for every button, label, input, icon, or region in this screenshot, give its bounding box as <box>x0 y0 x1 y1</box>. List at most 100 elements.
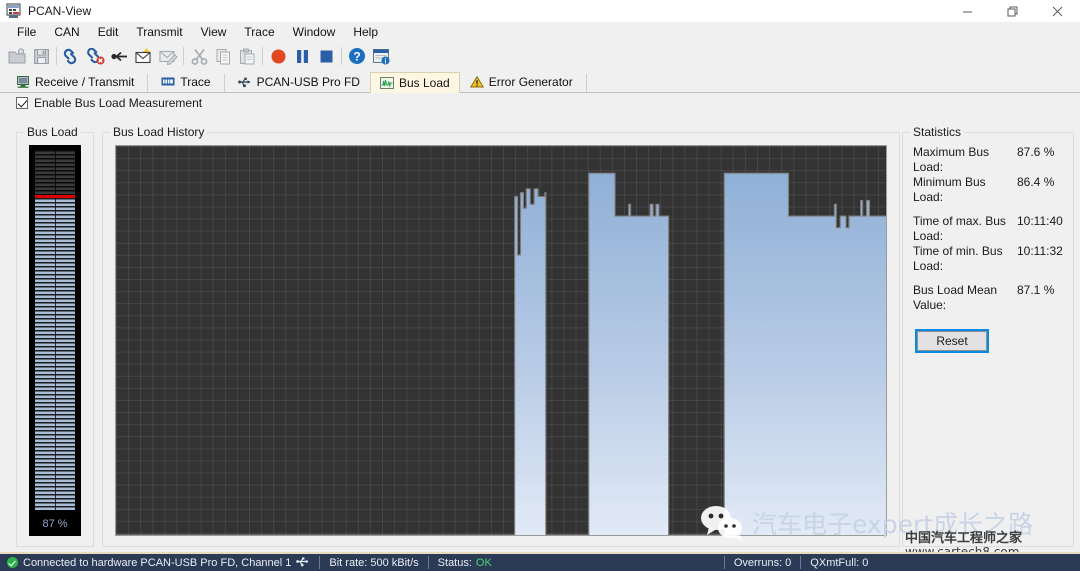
tab-label: PCAN-USB Pro FD <box>256 75 360 89</box>
stat-label: Time of max. Bus Load: <box>913 214 1006 243</box>
gauge-center-line <box>55 150 56 510</box>
gauge-peak-marker <box>35 194 75 198</box>
restore-icon[interactable] <box>990 0 1035 22</box>
svg-text:i: i <box>385 58 387 65</box>
save-file-icon[interactable] <box>29 44 53 68</box>
pcan-app-icon <box>6 3 22 19</box>
status-bar: Connected to hardware PCAN-USB Pro FD, C… <box>0 552 1080 571</box>
toolbar-separator <box>341 47 342 65</box>
menu-bar: File CAN Edit Transmit View Trace Window… <box>0 22 1080 42</box>
tab-pcan-usb-pro-fd[interactable]: PCAN-USB Pro FD <box>228 71 370 92</box>
bus-load-group-title: Bus Load <box>24 125 81 139</box>
tab-error-generator[interactable]: Error Generator <box>460 71 583 92</box>
status-separator <box>427 556 429 569</box>
monitor-icon <box>17 76 29 88</box>
menu-item-window[interactable]: Window <box>284 23 345 41</box>
tab-label: Error Generator <box>488 75 573 89</box>
menu-item-edit[interactable]: Edit <box>89 23 128 41</box>
close-icon[interactable] <box>1035 0 1080 22</box>
bus-load-gauge: 87 % <box>29 145 81 536</box>
reset-button-wrap: Reset <box>913 329 1065 353</box>
menu-item-trace[interactable]: Trace <box>235 23 283 41</box>
connect-icon[interactable] <box>60 44 84 68</box>
bus-load-history-title: Bus Load History <box>110 125 208 139</box>
window-controls <box>945 0 1080 22</box>
toolbar-separator <box>183 47 184 65</box>
stat-value: 87.1 % <box>1017 283 1055 297</box>
enable-bus-load-checkbox[interactable] <box>16 97 28 109</box>
connected-check-icon <box>7 557 18 568</box>
tab-bus-load[interactable]: Bus Load <box>369 72 460 93</box>
gauge-value-label: 87 % <box>42 518 68 530</box>
stat-value: 10:11:32 <box>1017 244 1063 258</box>
stat-value: 87.6 % <box>1017 145 1055 159</box>
tab-receive-transmit[interactable]: Receive / Transmit <box>6 71 144 92</box>
status-overruns-text: Overruns: 0 <box>733 556 792 569</box>
main-content: Bus Load 87 % Bus Load History Statistic… <box>0 122 1080 552</box>
enable-bus-load-label: Enable Bus Load Measurement <box>34 96 203 110</box>
menu-item-transmit[interactable]: Transmit <box>127 23 191 41</box>
statistics-body: Maximum Bus Load: 87.6 % Minimum Bus Loa… <box>913 145 1065 353</box>
tab-label: Bus Load <box>398 75 450 90</box>
pause-icon[interactable] <box>290 44 314 68</box>
statistics-group: Statistics Maximum Bus Load: 87.6 % Mini… <box>902 125 1074 547</box>
bus-load-gauge-group: Bus Load 87 % <box>16 125 94 547</box>
status-label: Status: <box>437 556 472 569</box>
status-connection-text: Connected to hardware PCAN-USB Pro FD, C… <box>23 556 292 569</box>
stat-row-max: Maximum Bus Load: 87.6 % <box>913 145 1065 175</box>
toolbar: ? i <box>0 42 1080 70</box>
stat-spacer <box>913 205 1065 214</box>
tab-label: Receive / Transmit <box>35 75 135 89</box>
tab-strip: Receive / Transmit Trace PCAN-USB Pro FD <box>0 70 1080 93</box>
stat-row-time-min: Time of min. Bus Load: 10:11:32 <box>913 244 1065 274</box>
menu-item-help[interactable]: Help <box>344 23 387 41</box>
edit-message-icon[interactable] <box>156 44 180 68</box>
status-bitrate-text: Bit rate: 500 kBit/s <box>329 556 419 569</box>
enable-bus-load-row[interactable]: Enable Bus Load Measurement <box>0 93 1080 113</box>
plugin-arrow-icon[interactable] <box>108 44 132 68</box>
copy-icon[interactable] <box>211 44 235 68</box>
status-separator <box>723 556 725 569</box>
status-separator <box>319 556 321 569</box>
new-message-icon[interactable] <box>132 44 156 68</box>
menu-item-view[interactable]: View <box>192 23 236 41</box>
window-title: PCAN-View <box>28 4 92 18</box>
bus-load-history-group: Bus Load History <box>102 125 900 547</box>
stop-icon[interactable] <box>314 44 338 68</box>
stat-value: 86.4 % <box>1017 175 1055 189</box>
status-qxmtfull-text: QXmtFull: 0 <box>810 556 869 569</box>
tab-label: Trace <box>180 75 211 89</box>
minimize-icon[interactable] <box>945 0 990 22</box>
help-icon[interactable]: ? <box>345 44 369 68</box>
title-bar: PCAN-View <box>0 0 1080 22</box>
svg-text:?: ? <box>353 50 360 64</box>
stat-row-mean: Bus Load Mean Value: 87.1 % <box>913 283 1065 313</box>
stat-label: Maximum Bus Load: <box>913 145 990 174</box>
tab-trace[interactable]: Trace <box>151 71 220 92</box>
statistics-group-title: Statistics <box>910 125 965 139</box>
gauge-column <box>35 150 75 510</box>
usb-status-icon <box>296 556 310 570</box>
cut-icon[interactable] <box>187 44 211 68</box>
tab-separator <box>223 74 225 92</box>
menu-item-can[interactable]: CAN <box>45 23 88 41</box>
menu-item-file[interactable]: File <box>8 23 45 41</box>
stat-row-time-max: Time of max. Bus Load: 10:11:40 <box>913 214 1065 244</box>
window-info-icon[interactable]: i <box>369 44 393 68</box>
paste-icon[interactable] <box>235 44 259 68</box>
trace-icon <box>161 77 175 86</box>
record-icon[interactable] <box>266 44 290 68</box>
status-separator <box>800 556 802 569</box>
tab-separator <box>147 74 149 92</box>
reset-button[interactable]: Reset <box>915 329 989 353</box>
bus-load-history-chart[interactable] <box>115 145 887 536</box>
stat-value: 10:11:40 <box>1017 214 1063 228</box>
stat-label: Minimum Bus Load: <box>913 175 986 204</box>
disconnect-icon[interactable] <box>84 44 108 68</box>
toolbar-separator <box>56 47 57 65</box>
open-file-icon[interactable] <box>5 44 29 68</box>
chart-plot-area <box>116 172 886 535</box>
status-value: OK <box>475 556 492 569</box>
stat-spacer <box>913 274 1065 283</box>
stat-row-min: Minimum Bus Load: 86.4 % <box>913 175 1065 205</box>
